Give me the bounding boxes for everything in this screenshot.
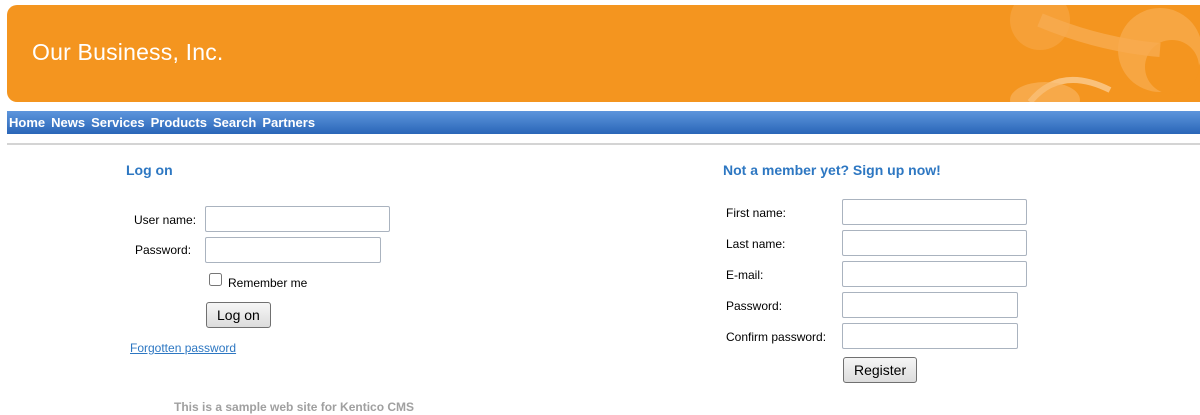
last-name-input[interactable]: [842, 230, 1027, 256]
nav-item-search[interactable]: Search: [213, 115, 256, 130]
remember-me-label: Remember me: [228, 276, 308, 290]
signup-password-label: Password:: [726, 299, 783, 313]
register-button[interactable]: Register: [843, 357, 918, 383]
email-label: E-mail:: [726, 268, 764, 282]
nav-item-services[interactable]: Services: [91, 115, 145, 130]
signup-password-input[interactable]: [842, 292, 1018, 318]
site-header: Our Business, Inc.: [7, 5, 1200, 102]
confirm-password-input[interactable]: [842, 323, 1018, 349]
site-title: Our Business, Inc.: [32, 39, 224, 65]
nav-item-home[interactable]: Home: [9, 115, 45, 130]
last-name-label: Last name:: [726, 237, 786, 251]
log-on-button[interactable]: Log on: [206, 302, 271, 328]
username-label: User name:: [134, 213, 197, 227]
forgotten-password-link[interactable]: Forgotten password: [130, 341, 236, 355]
logon-title: Log on: [126, 162, 173, 178]
email-input[interactable]: [842, 261, 1027, 287]
content-divider: [7, 143, 1200, 145]
footer-text: This is a sample web site for Kentico CM…: [174, 400, 415, 414]
nav-item-news[interactable]: News: [51, 115, 85, 130]
main-nav: Home News Services Products Search Partn…: [7, 111, 1200, 134]
first-name-input[interactable]: [842, 199, 1027, 225]
confirm-password-label: Confirm password:: [726, 330, 827, 344]
signup-title: Not a member yet? Sign up now!: [723, 162, 941, 178]
header-decoration-graphic: [1010, 5, 1200, 102]
remember-me-checkbox[interactable]: [209, 273, 222, 286]
password-label: Password:: [135, 243, 192, 257]
nav-item-products[interactable]: Products: [151, 115, 207, 130]
nav-item-partners[interactable]: Partners: [262, 115, 315, 130]
username-input[interactable]: [205, 206, 390, 232]
password-input[interactable]: [205, 237, 381, 263]
first-name-label: First name:: [726, 206, 787, 220]
